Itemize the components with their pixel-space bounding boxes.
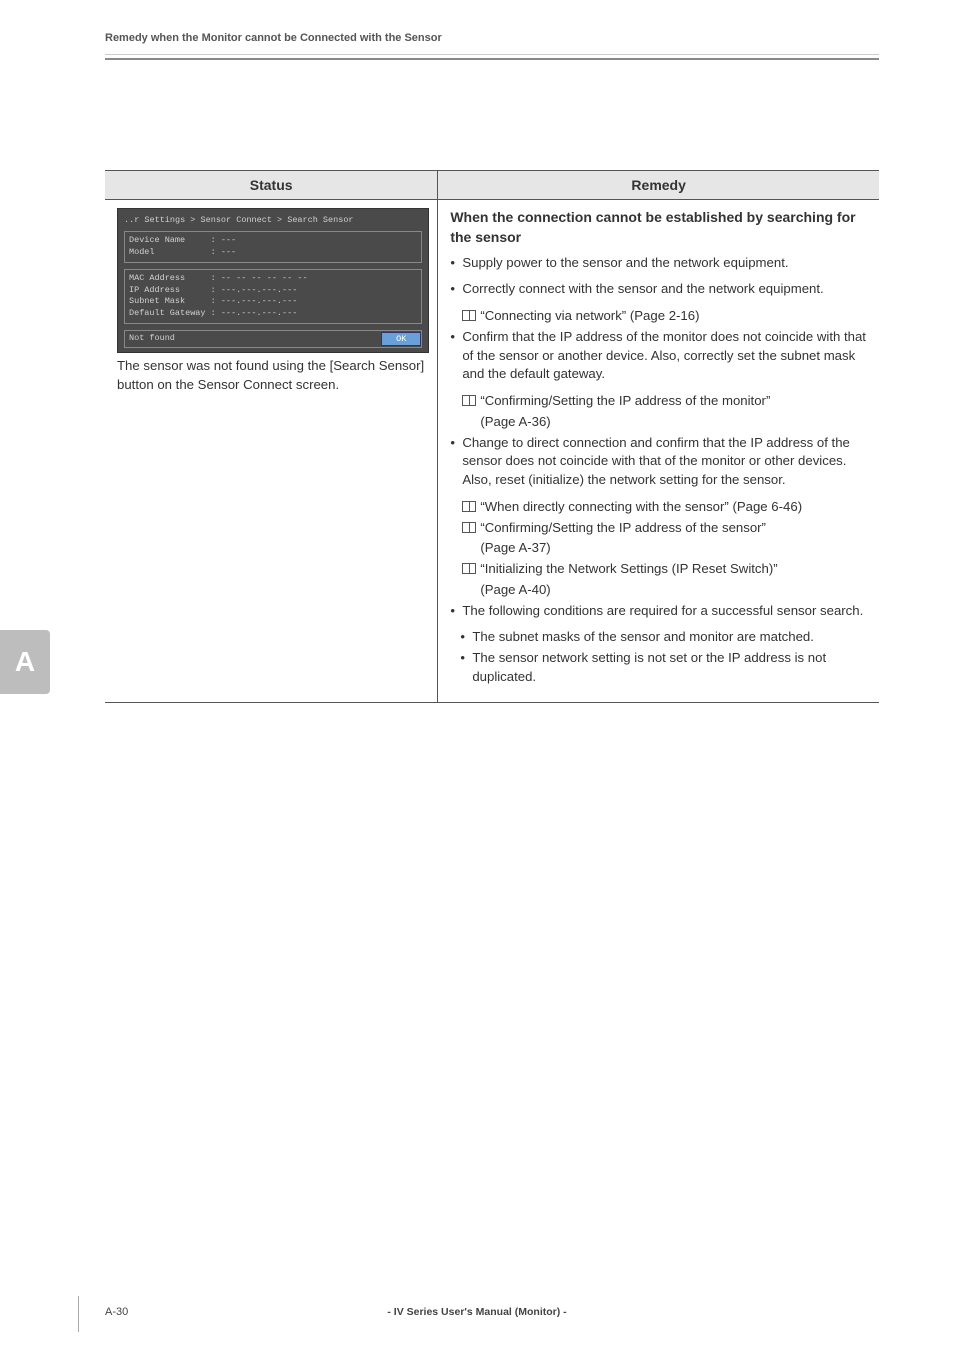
page-header: Remedy when the Monitor cannot be Connec… — [0, 0, 954, 60]
ref-text: “Confirming/Setting the IP address of th… — [480, 392, 770, 411]
header-rule — [105, 54, 879, 55]
book-icon — [462, 395, 476, 406]
footer-rule — [78, 1296, 79, 1332]
ip-label: IP Address — [129, 285, 180, 295]
column-header-remedy: Remedy — [438, 171, 879, 200]
side-tab-appendix: A — [0, 630, 50, 694]
page-footer: A-30 - IV Series User's Manual (Monitor)… — [0, 1306, 954, 1318]
model-label: Model — [129, 247, 155, 257]
running-header: Remedy when the Monitor cannot be Connec… — [105, 32, 879, 52]
search-sensor-screenshot: ..r Settings > Sensor Connect > Search S… — [117, 208, 429, 353]
column-header-status: Status — [105, 171, 438, 200]
footer-title: - IV Series User's Manual (Monitor) - — [0, 1306, 954, 1318]
ref-page: (Page A-36) — [450, 413, 869, 432]
statusbar-text: Not found — [125, 331, 179, 347]
gateway-value: : ---.---.---.--- — [211, 308, 298, 318]
ref-text: “Confirming/Setting the IP address of th… — [480, 519, 766, 538]
ref-text: “Initializing the Network Settings (IP R… — [480, 560, 777, 579]
device-name-value: : --- — [211, 235, 237, 245]
ip-value: : ---.---.---.--- — [211, 285, 298, 295]
status-caption: The sensor was not found using the [Sear… — [117, 357, 429, 394]
cross-reference: “Initializing the Network Settings (IP R… — [450, 560, 869, 579]
status-cell: ..r Settings > Sensor Connect > Search S… — [105, 200, 438, 703]
cross-reference: “Connecting via network” (Page 2-16) — [450, 307, 869, 326]
remedy-bullet: Correctly connect with the sensor and th… — [450, 280, 869, 299]
screenshot-titlebar: ..r Settings > Sensor Connect > Search S… — [124, 213, 422, 231]
remedy-bullet: Confirm that the IP address of the monit… — [450, 328, 869, 384]
remedy-subbullet: The sensor network setting is not set or… — [450, 649, 869, 686]
mac-value: : -- -- -- -- -- -- — [211, 273, 308, 283]
page-number: A-30 — [105, 1306, 128, 1318]
remedy-cell: When the connection cannot be establishe… — [438, 200, 879, 703]
status-remedy-table: Status Remedy ..r Settings > Sensor Conn… — [105, 170, 879, 703]
cross-reference: “Confirming/Setting the IP address of th… — [450, 392, 869, 411]
remedy-bullet: Supply power to the sensor and the netwo… — [450, 254, 869, 273]
ref-text: “Connecting via network” (Page 2-16) — [480, 307, 699, 326]
model-value: : --- — [211, 247, 237, 257]
cross-reference: “When directly connecting with the senso… — [450, 498, 869, 517]
book-icon — [462, 310, 476, 321]
table-row: ..r Settings > Sensor Connect > Search S… — [105, 200, 879, 703]
ref-page: (Page A-40) — [450, 581, 869, 600]
cross-reference: “Confirming/Setting the IP address of th… — [450, 519, 869, 538]
ref-text: “When directly connecting with the senso… — [480, 498, 802, 517]
book-icon — [462, 563, 476, 574]
subnet-value: : ---.---.---.--- — [211, 296, 298, 306]
ref-page: (Page A-37) — [450, 539, 869, 558]
subnet-label: Subnet Mask — [129, 296, 185, 306]
book-icon — [462, 501, 476, 512]
remedy-bullet: Change to direct connection and confirm … — [450, 434, 869, 490]
book-icon — [462, 522, 476, 533]
remedy-title: When the connection cannot be establishe… — [450, 208, 869, 248]
remedy-subbullet: The subnet masks of the sensor and monit… — [450, 628, 869, 647]
screenshot-panel-bottom: MAC Address : -- -- -- -- -- -- IP Addre… — [124, 269, 422, 325]
screenshot-statusbar: Not found OK — [124, 330, 422, 348]
mac-label: MAC Address — [129, 273, 185, 283]
remedy-bullet: The following conditions are required fo… — [450, 602, 869, 621]
screenshot-panel-top: Device Name : --- Model : --- — [124, 231, 422, 263]
device-name-label: Device Name — [129, 235, 185, 245]
gateway-label: Default Gateway — [129, 308, 206, 318]
ok-button[interactable]: OK — [381, 332, 421, 346]
